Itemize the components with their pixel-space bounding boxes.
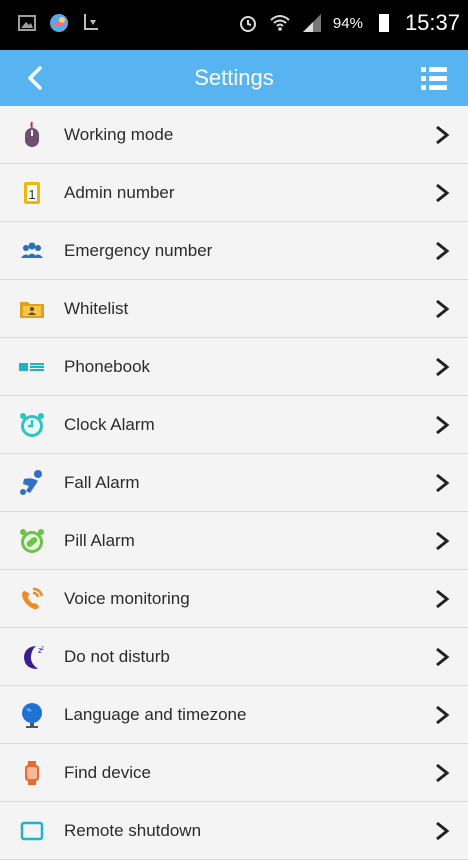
settings-item-label: Fall Alarm	[64, 472, 140, 492]
chevron-right-icon	[436, 531, 450, 551]
chevron-right-icon	[436, 821, 450, 841]
settings-item-fall-alarm[interactable]: Fall Alarm	[0, 454, 468, 512]
back-icon[interactable]	[22, 64, 50, 92]
svg-text:1: 1	[28, 187, 35, 202]
chevron-right-icon	[436, 473, 450, 493]
fall-icon	[20, 469, 42, 495]
settings-item-label: Remote shutdown	[64, 820, 202, 840]
chevron-right-icon	[436, 415, 450, 435]
settings-item-working-mode[interactable]: Working mode	[0, 106, 468, 164]
admin-number-icon: 1	[24, 181, 40, 204]
settings-item-voice-monitoring[interactable]: Voice monitoring	[0, 570, 468, 628]
chevron-right-icon	[436, 647, 450, 667]
globe-icon	[22, 702, 42, 728]
settings-item-label: Do not disturb	[64, 646, 170, 666]
settings-item-label: Emergency number	[64, 240, 213, 260]
app-notification-icon	[50, 14, 68, 32]
settings-item-label: Clock Alarm	[64, 414, 155, 434]
power-icon	[20, 821, 44, 840]
settings-item-emergency-number[interactable]: Emergency number	[0, 222, 468, 280]
settings-item-label: Pill Alarm	[64, 530, 135, 550]
moon-icon: z z	[24, 645, 44, 669]
settings-item-phonebook[interactable]: Phonebook	[0, 338, 468, 396]
chevron-right-icon	[436, 763, 450, 783]
alarm-clock-icon	[20, 412, 44, 437]
people-icon	[21, 242, 43, 258]
phonebook-icon	[19, 362, 44, 371]
menu-icon[interactable]	[418, 62, 450, 94]
settings-item-label: Working mode	[64, 124, 174, 144]
svg-text:z: z	[41, 646, 44, 652]
battery-percent: 94%	[332, 14, 363, 32]
chevron-right-icon	[436, 241, 450, 261]
settings-item-do-not-disturb[interactable]: z z Do not disturb	[0, 628, 468, 686]
page-title: Settings	[194, 65, 274, 90]
chevron-right-icon	[436, 299, 450, 319]
watch-icon	[25, 760, 39, 785]
settings-list: Working mode 1 Admin number Emergency nu…	[0, 106, 468, 860]
alarm-icon	[239, 16, 256, 32]
settings-item-find-device[interactable]: Find device	[0, 744, 468, 802]
download-icon	[84, 14, 98, 30]
chevron-right-icon	[436, 357, 450, 377]
settings-item-admin-number[interactable]: 1 Admin number	[0, 164, 468, 222]
chevron-right-icon	[436, 183, 450, 203]
chevron-right-icon	[436, 589, 450, 609]
chevron-right-icon	[436, 705, 450, 725]
chevron-right-icon	[436, 125, 450, 145]
settings-item-whitelist[interactable]: Whitelist	[0, 280, 468, 338]
settings-item-label: Admin number	[64, 182, 175, 202]
folder-contact-icon	[20, 301, 44, 318]
clock: 15:37	[404, 10, 460, 35]
status-bar: 94% 15:37	[0, 0, 468, 50]
battery-icon	[378, 14, 389, 32]
settings-item-label: Find device	[64, 762, 151, 782]
gallery-icon	[18, 15, 36, 31]
settings-item-label: Voice monitoring	[64, 588, 190, 608]
app-bar: Settings	[0, 50, 468, 106]
settings-item-clock-alarm[interactable]: Clock Alarm	[0, 396, 468, 454]
settings-item-label: Phonebook	[64, 356, 151, 376]
wifi-icon	[270, 15, 290, 31]
settings-item-label: Language and timezone	[64, 704, 247, 724]
settings-item-remote-shutdown[interactable]: Remote shutdown	[0, 802, 468, 860]
settings-item-language-timezone[interactable]: Language and timezone	[0, 686, 468, 744]
mouse-icon	[25, 121, 39, 147]
voice-monitor-icon	[22, 587, 44, 609]
settings-item-label: Whitelist	[64, 298, 129, 318]
signal-icon	[302, 14, 321, 32]
settings-item-pill-alarm[interactable]: Pill Alarm	[0, 512, 468, 570]
pill-alarm-icon	[20, 528, 44, 553]
